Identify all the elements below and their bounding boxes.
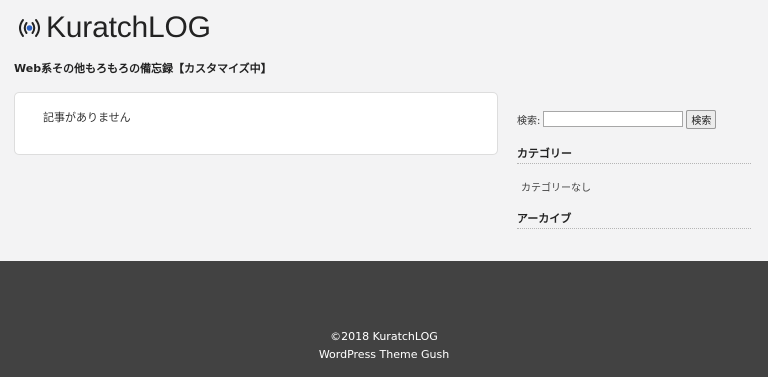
categories-widget-title: カテゴリー <box>517 145 751 164</box>
site-footer: ©2018 KuratchLOG WordPress Theme Gush <box>0 261 768 377</box>
site-header: KuratchLOG Web系その他もろもろの備忘録【カスタマイズ中】 <box>0 0 768 90</box>
theme-credit-link[interactable]: WordPress Theme Gush <box>0 348 768 361</box>
archives-widget-title: アーカイブ <box>517 210 751 229</box>
categories-empty-text: カテゴリーなし <box>521 183 591 194</box>
sidebar: 検索: 検索 カテゴリー カテゴリーなし アーカイブ <box>517 108 751 229</box>
copyright-text: ©2018 KuratchLOG <box>330 330 438 343</box>
site-tagline: Web系その他もろもろの備忘録【カスタマイズ中】 <box>14 62 272 75</box>
radio-signal-icon <box>19 19 40 37</box>
search-form: 検索: 検索 <box>517 108 751 130</box>
no-posts-message: 記事がありません <box>43 111 131 124</box>
search-input[interactable] <box>543 111 684 127</box>
search-label: 検索: <box>517 115 541 127</box>
site-logo-link[interactable]: KuratchLOG <box>14 11 211 45</box>
site-title: KuratchLOG <box>46 11 211 44</box>
main-content: 記事がありません <box>14 92 498 155</box>
search-button[interactable]: 検索 <box>686 109 717 129</box>
